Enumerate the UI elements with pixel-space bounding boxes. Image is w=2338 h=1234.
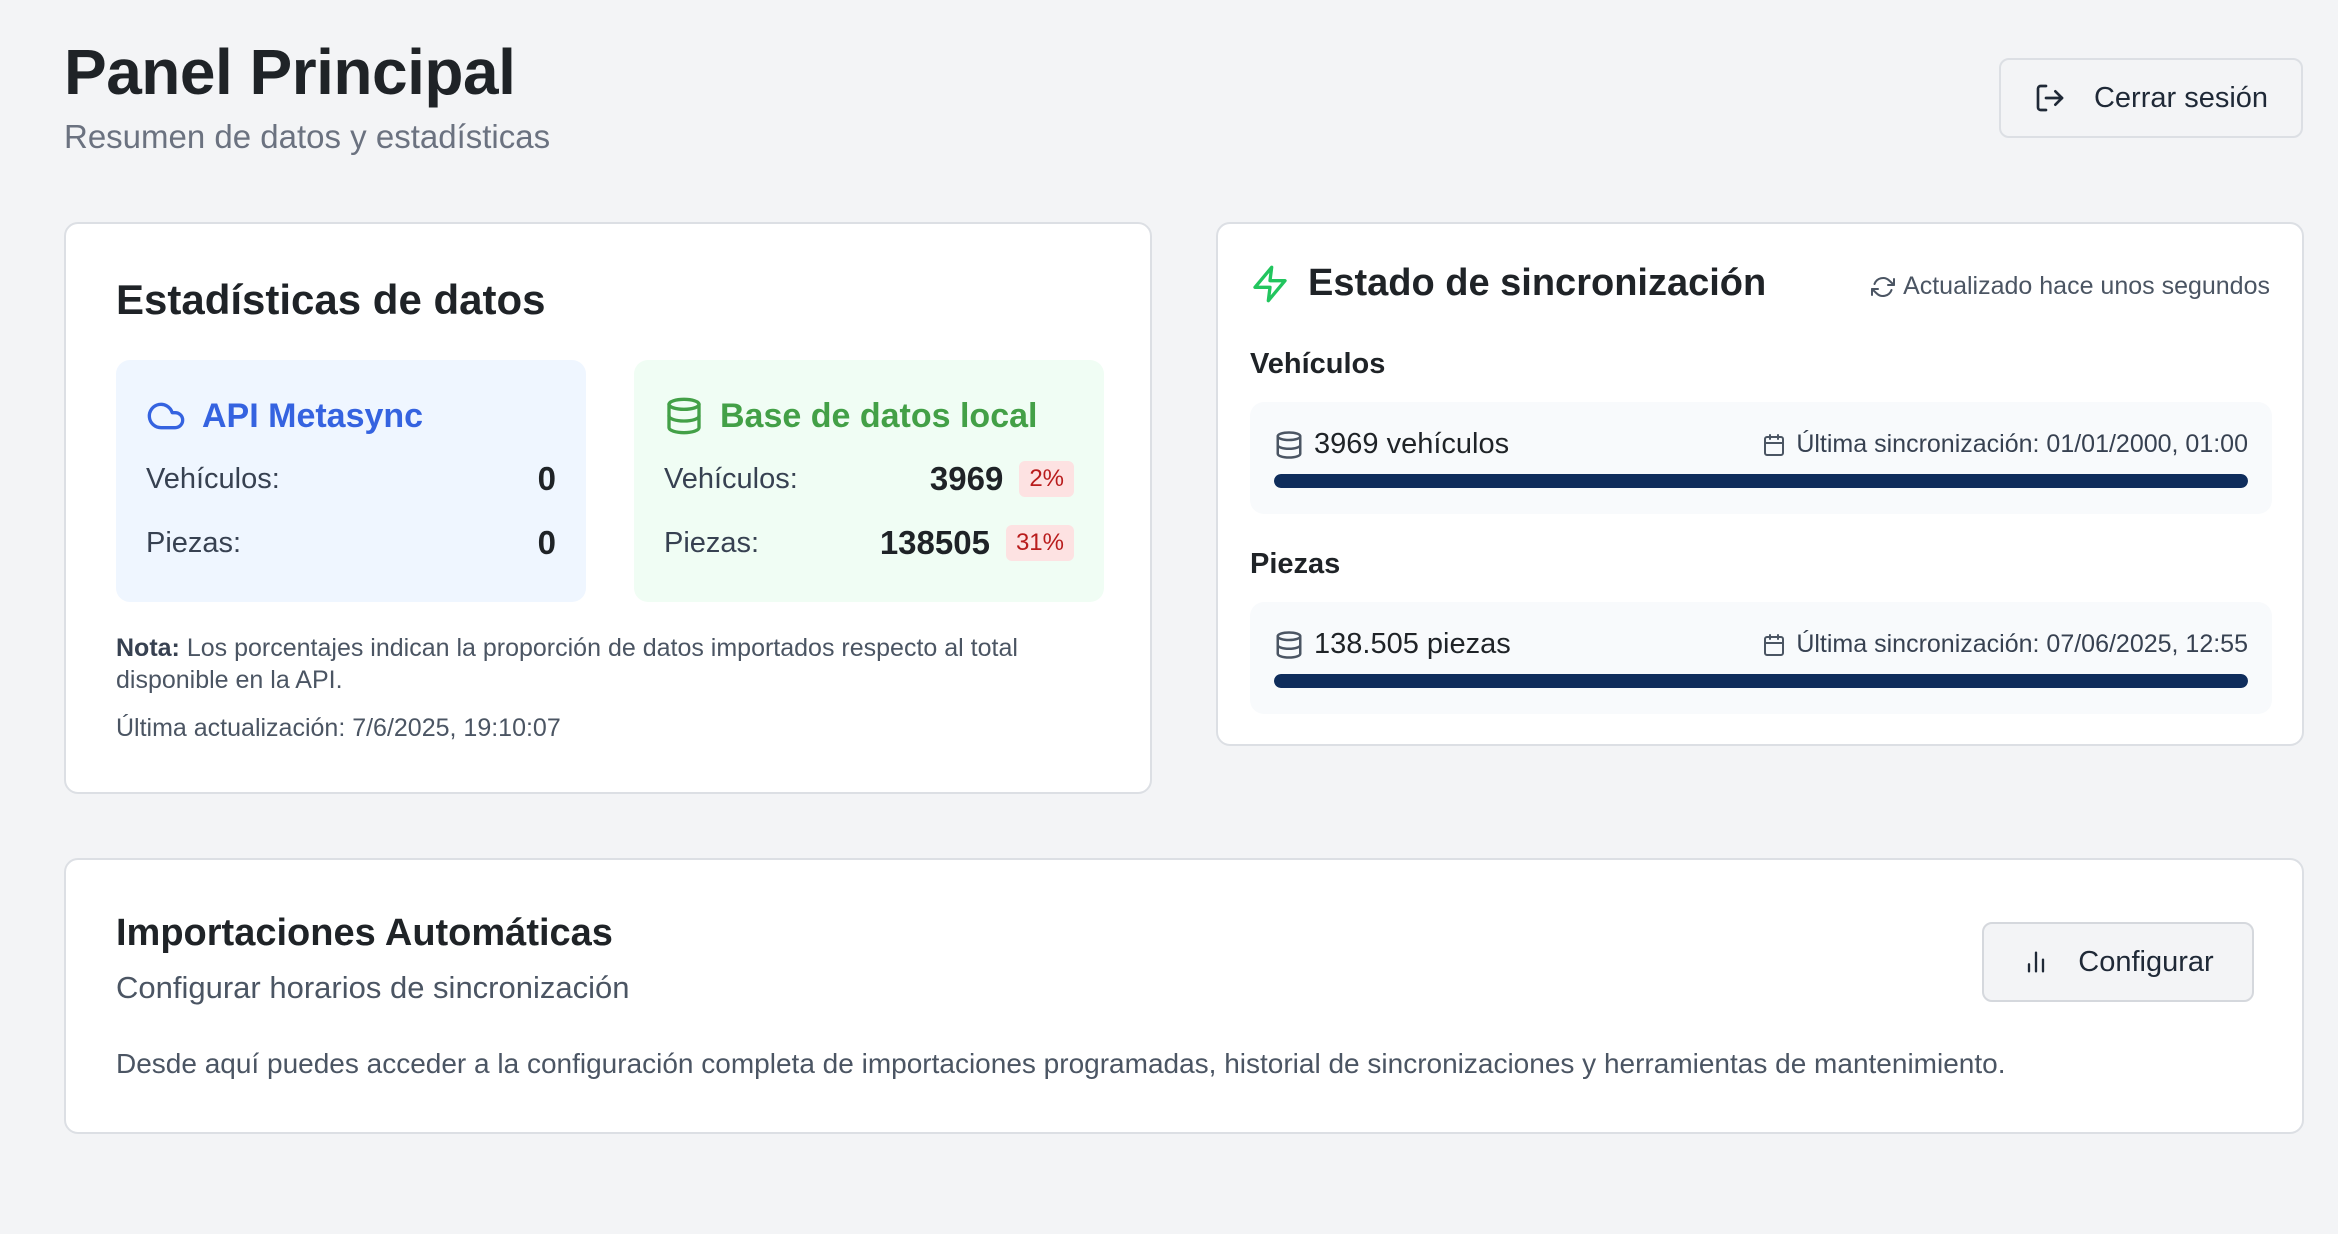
logout-icon — [2034, 82, 2066, 114]
local-parts-row: Piezas: 138505 31% — [664, 524, 1074, 562]
api-parts-label: Piezas: — [146, 526, 242, 559]
sync-vehicles-date-text: Última sincronización: 01/01/2000, 01:00 — [1796, 430, 2248, 458]
logout-button[interactable]: Cerrar sesión — [1999, 58, 2303, 138]
calendar-icon — [1762, 433, 1786, 457]
bar-chart-icon — [2022, 948, 2050, 976]
sync-parts-progress-fill — [1274, 674, 2248, 688]
imports-subtitle: Configurar horarios de sincronización — [116, 970, 630, 1005]
api-vehicles-row: Vehículos: 0 — [146, 460, 556, 498]
imports-title: Importaciones Automáticas — [116, 912, 613, 954]
local-vehicles-row: Vehículos: 3969 2% — [664, 460, 1074, 498]
sync-card: Estado de sincronización Actualizado hac… — [1216, 222, 2304, 746]
api-source-box: API Metasync Vehículos: 0 Piezas: 0 — [116, 360, 586, 602]
local-vehicles-pct-badge: 2% — [1019, 461, 1074, 497]
configure-label: Configurar — [2078, 945, 2214, 978]
sync-updated-text: Actualizado hace unos segundos — [1903, 272, 2270, 300]
sync-vehicles-progress — [1274, 474, 2248, 488]
database-icon — [1274, 430, 1304, 460]
configure-button[interactable]: Configurar — [1982, 922, 2254, 1002]
imports-description: Desde aquí puedes acceder a la configura… — [116, 1048, 2006, 1079]
api-vehicles-value: 0 — [537, 460, 556, 497]
sync-parts-box: 138.505 piezas Última sincronización: 07… — [1250, 602, 2272, 714]
refresh-icon — [1871, 275, 1896, 299]
local-parts-pct-badge: 31% — [1005, 525, 1074, 561]
sync-vehicles-count: 3969 vehículos — [1274, 428, 1509, 461]
calendar-icon — [1762, 633, 1786, 657]
stats-card: Estadísticas de datos API Metasync Vehíc… — [64, 222, 1152, 794]
sync-parts-progress — [1274, 674, 2248, 688]
sync-title: Estado de sincronización — [1308, 262, 1767, 304]
sync-parts-date-text: Última sincronización: 07/06/2025, 12:55 — [1796, 630, 2248, 658]
local-vehicles-label: Vehículos: — [664, 462, 798, 495]
note-label: Nota: — [116, 634, 180, 662]
database-icon — [664, 396, 704, 436]
sync-parts-date: Última sincronización: 07/06/2025, 12:55 — [1762, 630, 2248, 659]
api-parts-value: 0 — [537, 524, 556, 561]
sync-vehicles-box: 3969 vehículos Última sincronización: 01… — [1250, 402, 2272, 514]
sync-parts-count-text: 138.505 piezas — [1314, 628, 1511, 660]
local-parts-label: Piezas: — [664, 526, 760, 559]
page-title: Panel Principal — [64, 36, 516, 108]
sync-vehicles-label: Vehículos — [1250, 348, 1386, 380]
last-update: Última actualización: 7/6/2025, 19:10:07 — [116, 714, 561, 742]
api-parts-row: Piezas: 0 — [146, 524, 556, 562]
stats-title: Estadísticas de datos — [116, 276, 546, 323]
page-header: Panel Principal Resumen de datos y estad… — [64, 36, 550, 156]
api-vehicles-label: Vehículos: — [146, 462, 280, 495]
sync-vehicles-count-text: 3969 vehículos — [1314, 428, 1510, 460]
database-icon — [1274, 630, 1304, 660]
imports-card: Importaciones Automáticas Configurar hor… — [64, 858, 2304, 1134]
stats-note: Nota: Los porcentajes indican la proporc… — [116, 632, 1096, 696]
api-source-name: API Metasync — [202, 396, 424, 435]
sync-parts-count: 138.505 piezas — [1274, 628, 1511, 661]
sync-updated: Actualizado hace unos segundos — [1871, 272, 2270, 301]
note-text: Los porcentajes indican la proporción de… — [116, 634, 1018, 694]
local-source-header: Base de datos local — [664, 396, 1037, 436]
sync-vehicles-progress-fill — [1274, 474, 2248, 488]
cloud-icon — [146, 396, 186, 436]
local-source-name: Base de datos local — [720, 396, 1038, 435]
sync-vehicles-date: Última sincronización: 01/01/2000, 01:00 — [1762, 430, 2248, 459]
zap-icon — [1250, 264, 1290, 304]
api-source-header: API Metasync — [146, 396, 423, 436]
local-vehicles-value: 3969 — [929, 460, 1004, 497]
local-source-box: Base de datos local Vehículos: 3969 2% P… — [634, 360, 1104, 602]
local-parts-value: 138505 — [879, 524, 990, 561]
logout-label: Cerrar sesión — [2093, 81, 2269, 114]
sync-header: Estado de sincronización — [1250, 262, 1766, 305]
sync-parts-label: Piezas — [1250, 548, 1341, 580]
page-subtitle: Resumen de datos y estadísticas — [64, 118, 551, 155]
